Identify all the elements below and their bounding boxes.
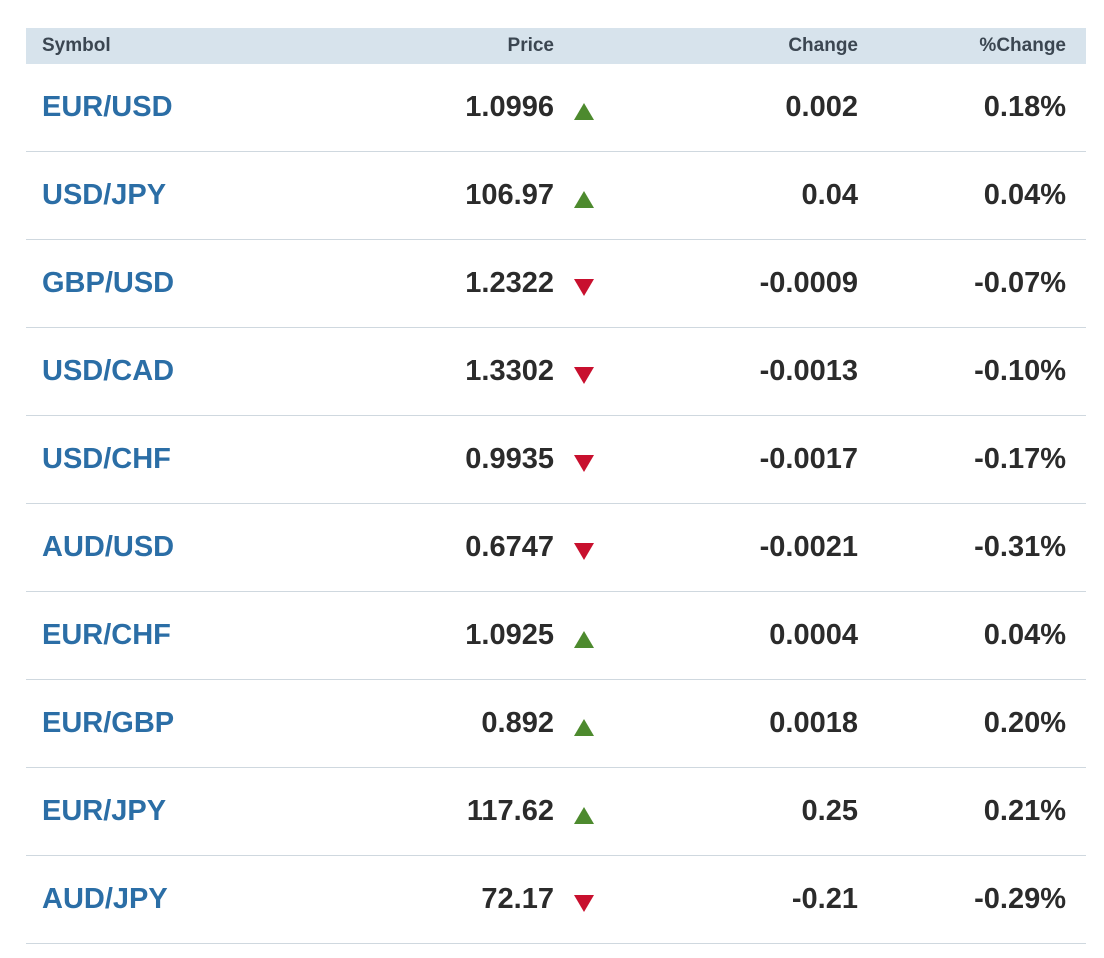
price-value: 1.0996 bbox=[465, 91, 554, 123]
price-value: 0.892 bbox=[481, 707, 554, 739]
table-header: Symbol Price Change %Change bbox=[26, 28, 1086, 64]
table-row: EUR/GBP 0.892 0.0018 0.20% bbox=[26, 680, 1086, 768]
change-value: 0.0018 bbox=[769, 707, 858, 739]
table-row: EUR/CHF 1.0925 0.0004 0.04% bbox=[26, 592, 1086, 680]
change-value: -0.0021 bbox=[759, 531, 858, 563]
symbol-link[interactable]: AUD/JPY bbox=[26, 883, 416, 916]
pct-change-value: 0.18% bbox=[983, 91, 1066, 123]
pct-change-value: 0.04% bbox=[983, 619, 1066, 651]
direction-cell bbox=[554, 355, 614, 388]
triangle-up-icon bbox=[574, 631, 594, 648]
change-value: -0.0009 bbox=[759, 267, 858, 299]
direction-cell bbox=[554, 707, 614, 740]
triangle-up-icon bbox=[574, 719, 594, 736]
triangle-down-icon bbox=[574, 895, 594, 912]
symbol-link[interactable]: EUR/CHF bbox=[26, 619, 416, 652]
symbol-link[interactable]: EUR/GBP bbox=[26, 707, 416, 740]
change-value: -0.0013 bbox=[759, 355, 858, 387]
symbol-link[interactable]: EUR/JPY bbox=[26, 795, 416, 828]
triangle-down-icon bbox=[574, 543, 594, 560]
direction-cell bbox=[554, 619, 614, 652]
table-body: EUR/USD 1.0996 0.002 0.18% USD/JPY 106.97 0.04… bbox=[26, 64, 1086, 944]
column-header-symbol[interactable]: Symbol bbox=[26, 35, 416, 57]
pct-change-value: -0.07% bbox=[974, 267, 1066, 299]
price-value: 0.6747 bbox=[465, 531, 554, 563]
table-row: USD/JPY 106.97 0.04 0.04% bbox=[26, 152, 1086, 240]
symbol-link[interactable]: EUR/USD bbox=[26, 91, 416, 124]
pct-change-value: 0.04% bbox=[983, 179, 1066, 211]
direction-cell bbox=[554, 883, 614, 916]
triangle-up-icon bbox=[574, 191, 594, 208]
symbol-link[interactable]: USD/CAD bbox=[26, 355, 416, 388]
symbol-link[interactable]: GBP/USD bbox=[26, 267, 416, 300]
pct-change-value: -0.31% bbox=[974, 531, 1066, 563]
table-row: USD/CAD 1.3302 -0.0013 -0.10% bbox=[26, 328, 1086, 416]
pct-change-value: -0.10% bbox=[974, 355, 1066, 387]
pct-change-value: 0.21% bbox=[983, 795, 1066, 827]
symbol-link[interactable]: AUD/USD bbox=[26, 531, 416, 564]
table-row: EUR/USD 1.0996 0.002 0.18% bbox=[26, 64, 1086, 152]
direction-cell bbox=[554, 267, 614, 300]
change-value: 0.04 bbox=[801, 179, 858, 211]
column-header-price[interactable]: Price bbox=[416, 35, 554, 57]
table-row: USD/CHF 0.9935 -0.0017 -0.17% bbox=[26, 416, 1086, 504]
price-value: 0.9935 bbox=[465, 443, 554, 475]
table-row: AUD/USD 0.6747 -0.0021 -0.31% bbox=[26, 504, 1086, 592]
price-value: 117.62 bbox=[466, 795, 554, 827]
triangle-up-icon bbox=[574, 807, 594, 824]
price-value: 106.97 bbox=[465, 179, 554, 211]
column-header-change[interactable]: Change bbox=[614, 35, 858, 57]
triangle-up-icon bbox=[574, 103, 594, 120]
pct-change-value: 0.20% bbox=[983, 707, 1066, 739]
price-value: 1.3302 bbox=[465, 355, 554, 387]
symbol-link[interactable]: USD/JPY bbox=[26, 179, 416, 212]
table-row: GBP/USD 1.2322 -0.0009 -0.07% bbox=[26, 240, 1086, 328]
triangle-down-icon bbox=[574, 455, 594, 472]
direction-cell bbox=[554, 443, 614, 476]
column-header-pct-change[interactable]: %Change bbox=[858, 35, 1066, 57]
direction-cell bbox=[554, 91, 614, 124]
change-value: 0.0004 bbox=[769, 619, 858, 651]
symbol-link[interactable]: USD/CHF bbox=[26, 443, 416, 476]
price-value: 72.17 bbox=[481, 883, 554, 915]
direction-cell bbox=[554, 179, 614, 212]
direction-cell bbox=[554, 531, 614, 564]
change-value: 0.002 bbox=[785, 91, 858, 123]
price-value: 1.0925 bbox=[465, 619, 554, 651]
direction-cell bbox=[554, 795, 614, 828]
table-row: AUD/JPY 72.17 -0.21 -0.29% bbox=[26, 856, 1086, 944]
triangle-down-icon bbox=[574, 279, 594, 296]
pct-change-value: -0.17% bbox=[974, 443, 1066, 475]
currency-quotes-table: Symbol Price Change %Change EUR/USD 1.099… bbox=[26, 28, 1086, 944]
price-value: 1.2322 bbox=[465, 267, 554, 299]
pct-change-value: -0.29% bbox=[974, 883, 1066, 915]
change-value: 0.25 bbox=[801, 795, 858, 827]
triangle-down-icon bbox=[574, 367, 594, 384]
change-value: -0.21 bbox=[791, 883, 858, 915]
change-value: -0.0017 bbox=[759, 443, 858, 475]
table-row: EUR/JPY 117.62 0.25 0.21% bbox=[26, 768, 1086, 856]
